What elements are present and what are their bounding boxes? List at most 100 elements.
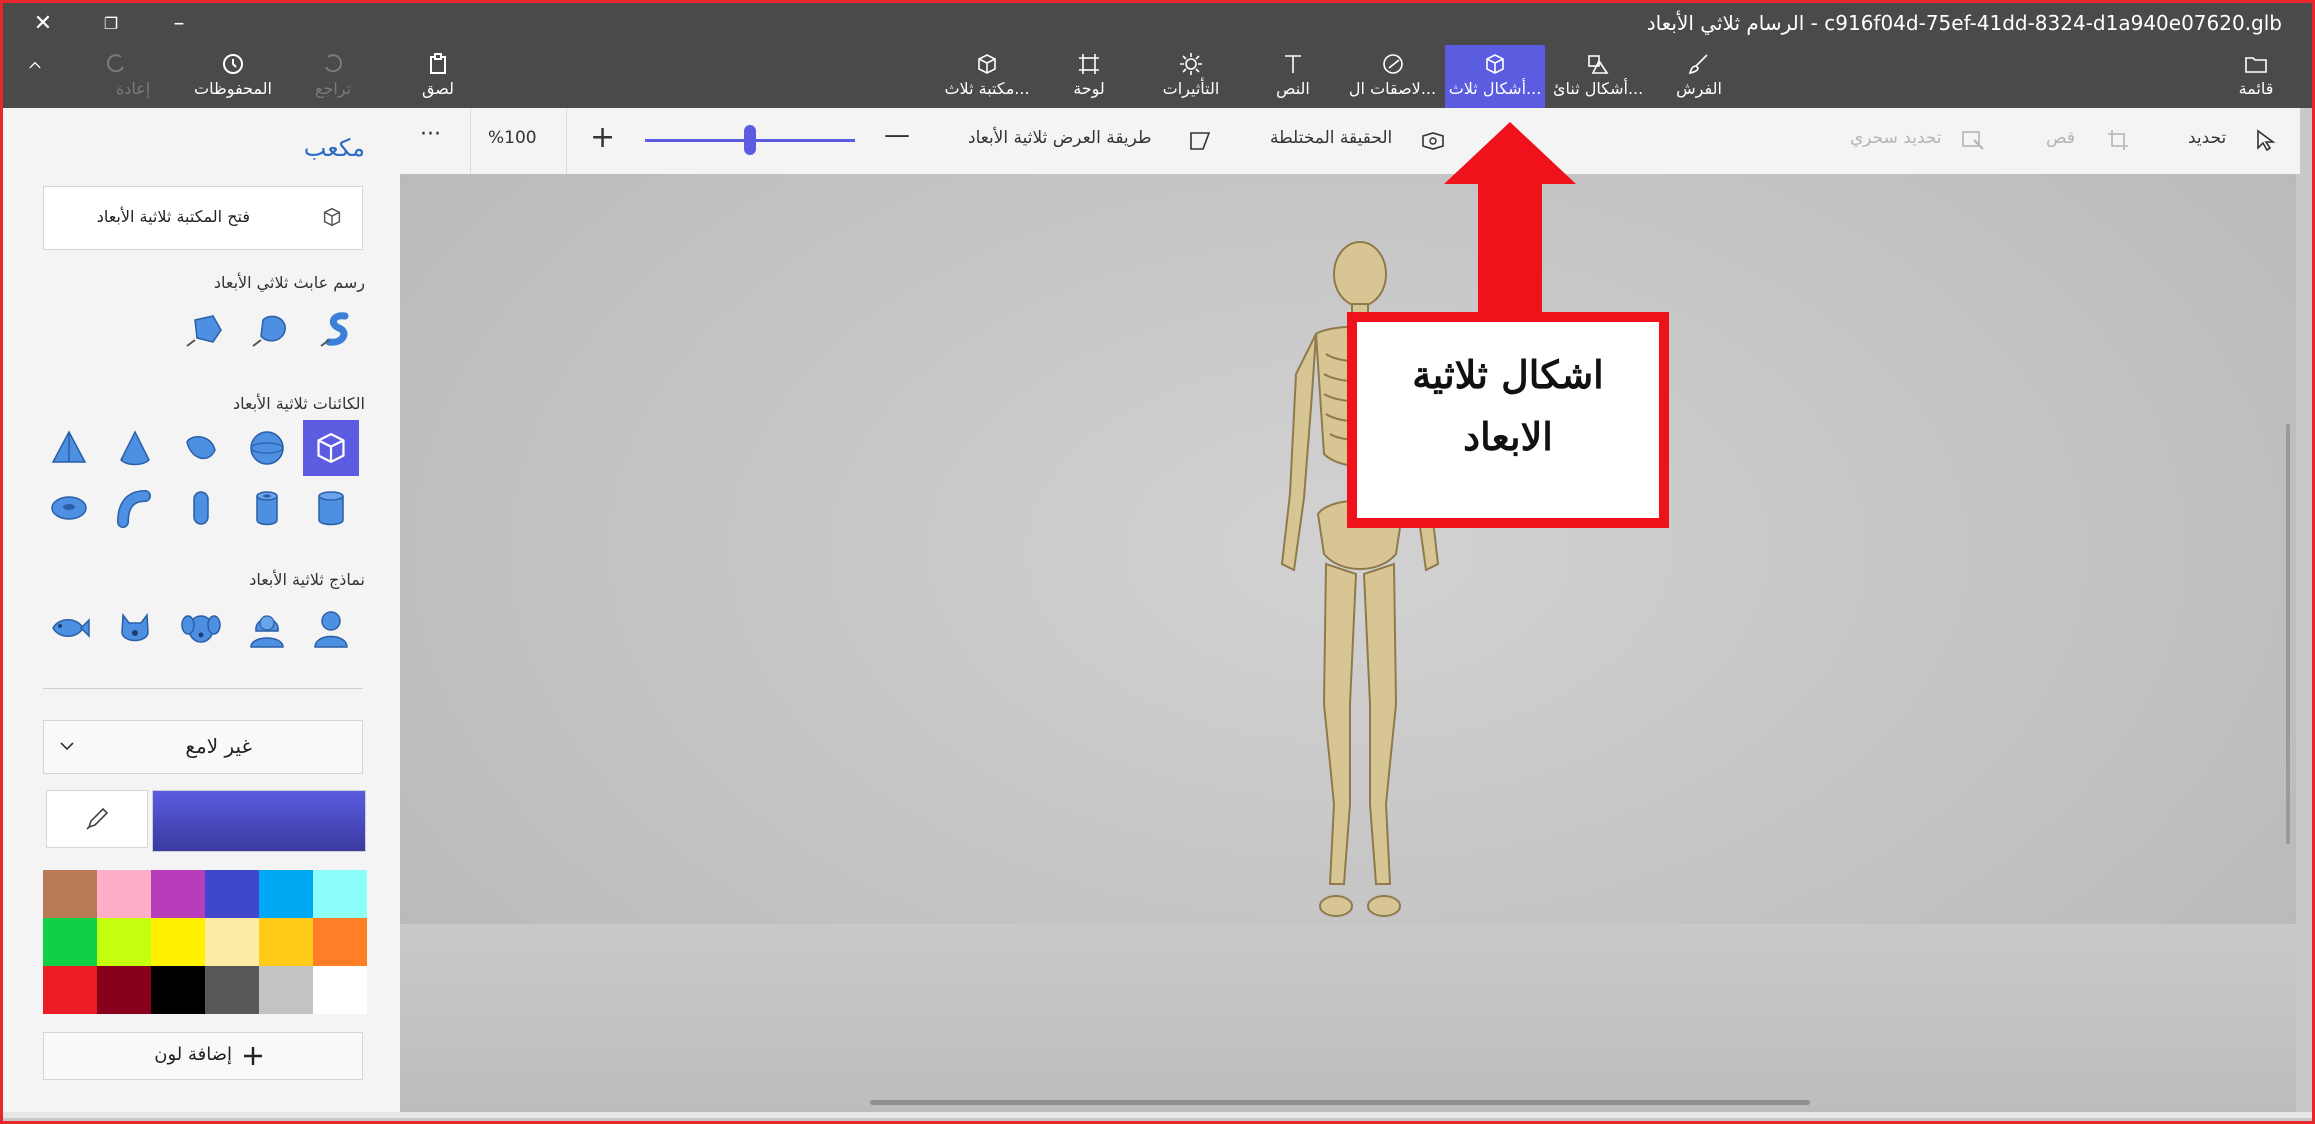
color-swatch[interactable] [97, 918, 151, 966]
sharp-doodle-tool[interactable] [177, 302, 233, 358]
magic-select-label: تحديد سحري [1850, 128, 1942, 148]
man-model-button[interactable] [303, 600, 359, 656]
tube-doodle-tool[interactable] [309, 302, 365, 358]
more-options-button[interactable]: ··· [420, 122, 441, 147]
annotation-line-2: الابعاد [1463, 414, 1553, 459]
sphere-shape-button[interactable] [239, 420, 295, 476]
material-dropdown[interactable]: غير لامع [43, 720, 363, 774]
status-strip [3, 1112, 2312, 1118]
soft-doodle-icon [252, 315, 286, 347]
library-3d-icon [323, 207, 341, 227]
effects-button[interactable]: التأثيرات [1151, 45, 1231, 108]
shapes-3d-tab[interactable]: أشكال ثلاث... [1445, 45, 1545, 108]
color-swatch[interactable] [43, 966, 97, 1014]
vertical-scrollbar[interactable] [2286, 424, 2290, 844]
stickers-button[interactable]: لاصقات ال... [1345, 45, 1440, 108]
add-color-button[interactable]: إضافة لون [43, 1032, 363, 1080]
zoom-out-button[interactable]: — [884, 120, 910, 150]
library-3d-button[interactable]: مكتبة ثلاث... [941, 45, 1033, 108]
open-library-button[interactable]: فتح المكتبة ثلاثية الأبعاد [43, 186, 363, 250]
minimize-icon[interactable]: – [161, 7, 197, 41]
text-button[interactable]: النص [1258, 45, 1328, 108]
text-label: النص [1276, 79, 1310, 98]
color-swatch[interactable] [259, 918, 313, 966]
color-swatch[interactable] [313, 966, 367, 1014]
color-swatch[interactable] [43, 870, 97, 918]
color-swatch[interactable] [313, 918, 367, 966]
canvas-button[interactable]: لوحة [1053, 45, 1125, 108]
pyramid-shape-button[interactable] [41, 420, 97, 476]
sun-icon [1180, 53, 1202, 75]
magic-select-button[interactable]: تحديد سحري [1850, 128, 1942, 148]
color-swatch[interactable] [205, 966, 259, 1014]
cat-model-button[interactable] [107, 600, 163, 656]
cube-shape-button[interactable] [303, 420, 359, 476]
shapes-2d-label: أشكال ثنائ... [1553, 79, 1644, 98]
woman-model-button[interactable] [239, 600, 295, 656]
paste-button[interactable]: لصق [408, 45, 468, 108]
hemisphere-shape-button[interactable] [173, 420, 229, 476]
window-title: c916f04d-75ef-41dd-8324-d1a940e07620.glb… [1646, 11, 2282, 35]
cylinder-icon [318, 491, 344, 526]
color-swatch[interactable] [259, 966, 313, 1014]
zoom-value[interactable]: %100 [488, 128, 537, 148]
restore-icon[interactable]: ❐ [93, 7, 129, 41]
soft-doodle-tool[interactable] [243, 302, 299, 358]
cylinder-shape-button[interactable] [303, 480, 359, 536]
shapes-2d-button[interactable]: أشكال ثنائ... [1553, 45, 1643, 108]
annotation-callout: اشكال ثلاثية الابعاد [1347, 312, 1669, 528]
select-label: تحديد [2188, 128, 2227, 148]
fish-icon [52, 618, 90, 638]
redo-label: إعادة [115, 79, 151, 98]
history-button[interactable]: المحفوظات [183, 45, 283, 108]
cone-shape-button[interactable] [107, 420, 163, 476]
color-swatch[interactable] [151, 966, 205, 1014]
current-color-swatch[interactable] [152, 790, 366, 852]
sticker-icon [1382, 54, 1403, 74]
donut-shape-button[interactable] [41, 480, 97, 536]
mixed-reality-button[interactable]: الحقيقة المختلطة [1270, 128, 1392, 148]
annotation-arrow [1444, 122, 1576, 314]
tube-shape-button[interactable] [239, 480, 295, 536]
capsule-icon [193, 491, 209, 525]
title-bar: ✕ ❐ – c916f04d-75ef-41dd-8324-d1a940e076… [3, 3, 2312, 45]
color-swatch[interactable] [43, 918, 97, 966]
chevron-up-icon [29, 61, 41, 69]
horizontal-scrollbar[interactable] [870, 1100, 1810, 1105]
undo-button[interactable]: تراجع [303, 45, 363, 108]
dog-model-button[interactable] [173, 600, 229, 656]
capsule-shape-button[interactable] [173, 480, 229, 536]
redo-icon [106, 54, 124, 73]
zoom-in-button[interactable]: + [590, 120, 615, 155]
brushes-button[interactable]: الفرش [1663, 45, 1735, 108]
fish-model-button[interactable] [41, 600, 97, 656]
plus-icon [244, 1047, 262, 1065]
color-swatch[interactable] [97, 966, 151, 1014]
eyedropper-button[interactable] [46, 790, 148, 848]
zoom-slider-thumb[interactable] [744, 125, 756, 155]
stickers-label: لاصقات ال... [1348, 79, 1437, 98]
select-button[interactable]: تحديد [2188, 128, 2226, 148]
crop-button[interactable]: قص [2046, 128, 2075, 148]
eyedropper-icon [86, 807, 109, 830]
collapse-ribbon-button[interactable] [23, 45, 73, 108]
curved-tube-shape-button[interactable] [107, 480, 163, 536]
cube-icon [1486, 54, 1504, 74]
color-swatch[interactable] [97, 870, 151, 918]
view-3d-button[interactable]: طريقة العرض ثلاثية الأبعاد [968, 128, 1152, 148]
redo-button[interactable]: إعادة [103, 45, 163, 108]
history-icon [223, 54, 243, 74]
hemisphere-icon [186, 436, 216, 460]
paste-icon [430, 53, 446, 74]
dog-icon [181, 615, 221, 643]
color-swatch[interactable] [151, 870, 205, 918]
color-swatch[interactable] [313, 870, 367, 918]
color-swatch[interactable] [205, 918, 259, 966]
color-swatch[interactable] [205, 870, 259, 918]
tube-icon [256, 491, 278, 526]
man-icon [314, 611, 348, 648]
color-swatch[interactable] [151, 918, 205, 966]
close-icon[interactable]: ✕ [25, 7, 61, 41]
menu-button[interactable]: قائمة [2223, 45, 2289, 108]
color-swatch[interactable] [259, 870, 313, 918]
